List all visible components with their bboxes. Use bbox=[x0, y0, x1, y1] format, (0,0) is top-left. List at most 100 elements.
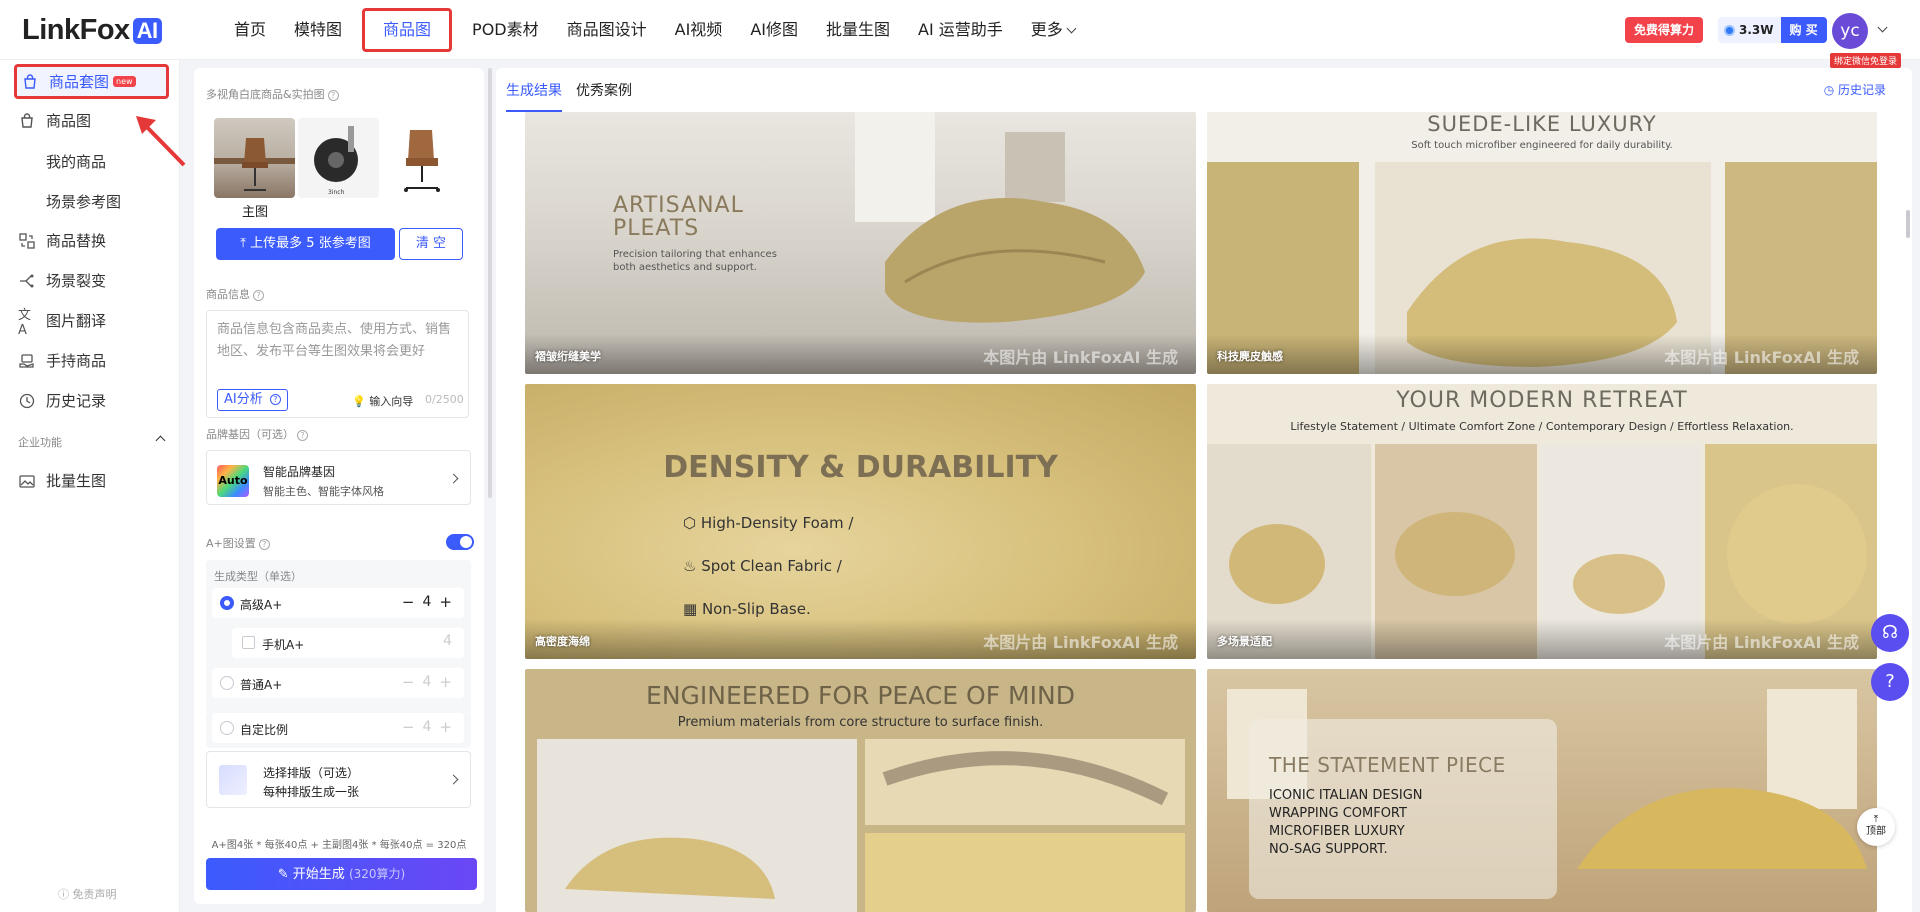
tab-results[interactable]: 生成结果 bbox=[506, 68, 562, 112]
nav-ai-retouch[interactable]: AI修图 bbox=[736, 11, 812, 49]
char-count: 0/2500 bbox=[425, 393, 464, 406]
option-advanced-aplus[interactable]: 高级A+ −4 + bbox=[212, 588, 464, 618]
help-icon[interactable]: ? bbox=[258, 538, 270, 550]
upload-reference-button[interactable]: ⤒ 上传最多 5 张参考图 bbox=[216, 228, 395, 260]
checkbox[interactable] bbox=[242, 636, 255, 649]
sidebar-item-my-products[interactable]: 我的商品 bbox=[46, 151, 106, 172]
sidebar-item-product-image[interactable]: 商品图 bbox=[18, 110, 91, 131]
layout-subtitle: 每种排版生成一张 bbox=[263, 785, 360, 799]
bind-wechat-tag[interactable]: 绑定微信免登录 bbox=[1830, 53, 1902, 68]
sidebar-item-product-replace[interactable]: 商品替换 bbox=[18, 230, 106, 251]
sidebar-item-image-translate[interactable]: 文A 图片翻译 bbox=[18, 308, 107, 338]
history-label: 历史记录 bbox=[1837, 83, 1886, 97]
result-card[interactable]: SUEDE-LIKE LUXURY Soft touch microfiber … bbox=[1207, 112, 1877, 374]
history-link[interactable]: ◷ 历史记录 bbox=[1824, 81, 1886, 98]
product-info-textarea[interactable]: 商品信息包含商品卖点、使用方式、销售地区、发布平台等生图效果将会更好 AI分析 … bbox=[206, 310, 469, 418]
avatar[interactable]: yc bbox=[1832, 13, 1868, 49]
start-generate-button[interactable]: ✎ 开始生成 (320算力) bbox=[206, 858, 477, 890]
tab-examples[interactable]: 优秀案例 bbox=[576, 68, 632, 112]
headset-support-button[interactable]: ☊ bbox=[1871, 614, 1909, 652]
sidebar-item-batch[interactable]: 批量生图 bbox=[18, 470, 106, 491]
ref-images-label-text: 多视角白底商品&实拍图 bbox=[206, 88, 325, 101]
nav-product-design[interactable]: 商品图设计 bbox=[553, 11, 661, 49]
plus-icon[interactable]: + bbox=[439, 593, 452, 611]
help-icon[interactable]: ? bbox=[327, 89, 339, 101]
card-heading-line2: PLEATS bbox=[613, 216, 700, 241]
nav-ai-video[interactable]: AI视频 bbox=[661, 11, 737, 49]
sidebar-item-label: 批量生图 bbox=[46, 472, 107, 490]
result-card[interactable]: THE STATEMENT PIECE ICONIC ITALIAN DESIG… bbox=[1207, 669, 1877, 912]
ref-thumb-dimensions[interactable] bbox=[382, 118, 463, 198]
result-card[interactable]: ENGINEERED FOR PEACE OF MIND Premium mat… bbox=[525, 669, 1196, 912]
help-icon[interactable]: ? bbox=[297, 429, 308, 441]
buy-button[interactable]: 购 买 bbox=[1780, 17, 1827, 43]
nav-pod[interactable]: POD素材 bbox=[458, 11, 553, 49]
chevron-up-icon[interactable] bbox=[155, 435, 166, 446]
plus-icon[interactable]: + bbox=[439, 718, 452, 736]
sidebar-item-product-set[interactable]: 商品套图 new bbox=[14, 64, 169, 99]
card-heading: DENSITY & DURABILITY bbox=[663, 450, 1058, 485]
card-subtext: Soft touch microfiber engineered for dai… bbox=[1411, 140, 1673, 151]
nav-batch[interactable]: 批量生图 bbox=[812, 11, 904, 49]
chevron-down-icon[interactable] bbox=[1877, 22, 1888, 33]
brand-gene-selector[interactable]: Auto 智能品牌基因 智能主色、智能字体风格 bbox=[206, 450, 471, 505]
sidebar-item-hand-held[interactable]: 手持商品 bbox=[18, 350, 106, 371]
ai-analyze-label: AI分析 bbox=[224, 392, 263, 407]
card-bullets: ⬡ High-Density Foam / ♨ Spot Clean Fabri… bbox=[683, 502, 853, 631]
sidebar-item-label: 图片翻译 bbox=[46, 312, 107, 330]
help-button[interactable]: ? bbox=[1871, 663, 1909, 701]
radio-unselected[interactable] bbox=[220, 721, 234, 735]
sidebar-item-scene-reference[interactable]: 场景参考图 bbox=[46, 191, 121, 212]
ai-analyze-button[interactable]: AI分析 ? bbox=[217, 389, 288, 411]
card-subtext: Premium materials from core structure to… bbox=[677, 715, 1044, 730]
nav-home[interactable]: 首页 bbox=[220, 11, 280, 49]
ref-thumb-main[interactable] bbox=[214, 118, 295, 198]
sidebar-item-scene-fission[interactable]: 场景裂变 bbox=[18, 270, 106, 291]
clear-button[interactable]: 清 空 bbox=[399, 228, 463, 260]
help-icon[interactable]: ? bbox=[253, 289, 264, 301]
logo[interactable]: LinkFox AI bbox=[22, 14, 162, 47]
enterprise-section-header[interactable]: 企业功能 bbox=[18, 434, 166, 450]
minus-icon[interactable]: − bbox=[402, 673, 415, 691]
product-info-label-text: 商品信息 bbox=[206, 288, 250, 301]
layout-selector[interactable]: 选择排版（可选） 每种排版生成一张 bbox=[206, 751, 471, 808]
card-watermark: 本图片由 LinkFoxAI 生成 bbox=[983, 348, 1178, 367]
generation-type-group-cont: 自定比例 −4 + bbox=[206, 713, 471, 748]
ref-thumb-caster[interactable]: 3inch bbox=[298, 118, 379, 198]
card-caption: 褶皱绗缝美学 bbox=[535, 350, 601, 363]
brand-gene-title: 智能品牌基因 bbox=[263, 465, 336, 479]
aplus-toggle[interactable] bbox=[446, 534, 474, 550]
radio-unselected[interactable] bbox=[220, 676, 234, 690]
card-subtext: Precision tailoring that enhances both a… bbox=[613, 249, 777, 273]
nav-model[interactable]: 模特图 bbox=[280, 11, 356, 49]
minus-icon[interactable]: − bbox=[402, 593, 415, 611]
back-to-top-button[interactable]: ⤒ 顶部 bbox=[1857, 808, 1895, 846]
nav-more[interactable]: 更多 bbox=[1017, 11, 1089, 49]
nav-ai-assistant[interactable]: AI 运营助手 bbox=[904, 11, 1017, 49]
result-card[interactable]: ARTISANAL PLEATS Precision tailoring that… bbox=[525, 112, 1196, 374]
disclaimer-link[interactable]: ⓘ 免责声明 bbox=[58, 886, 117, 902]
nav-product[interactable]: 商品图 bbox=[362, 8, 453, 52]
card-heading-line1: ARTISANAL bbox=[613, 193, 744, 218]
option-custom-ratio[interactable]: 自定比例 −4 + bbox=[212, 713, 464, 743]
results-area: 生成结果 优秀案例 ◷ 历史记录 ARTISANAL PLEATS Precisi… bbox=[496, 68, 1912, 912]
panel-scrollbar[interactable] bbox=[488, 68, 492, 498]
minus-icon[interactable]: − bbox=[402, 718, 415, 736]
card-caption: 高密度海绵 bbox=[535, 635, 590, 648]
free-credit-button[interactable]: 免费得算力 bbox=[1625, 17, 1704, 43]
input-guide-button[interactable]: 💡 输入向导 bbox=[352, 393, 413, 409]
radio-selected[interactable] bbox=[220, 596, 234, 610]
option-label: 普通A+ bbox=[240, 678, 283, 692]
back-to-top-label: 顶部 bbox=[1866, 826, 1886, 837]
option-normal-aplus[interactable]: 普通A+ −4 + bbox=[212, 668, 464, 698]
sidebar-item-history[interactable]: 历史记录 bbox=[18, 390, 106, 411]
card-heading: YOUR MODERN RETREAT bbox=[1396, 388, 1688, 413]
plus-icon[interactable]: + bbox=[439, 673, 452, 691]
result-card[interactable]: YOUR MODERN RETREAT Lifestyle Statement … bbox=[1207, 384, 1877, 659]
aplus-settings-label-text: A+图设置 bbox=[206, 537, 256, 550]
layout-icon bbox=[219, 765, 247, 795]
result-card[interactable]: DENSITY & DURABILITY ⬡ High-Density Foam… bbox=[525, 384, 1196, 659]
results-scrollbar[interactable] bbox=[1906, 210, 1910, 238]
option-mobile-aplus[interactable]: 手机A+ 4 bbox=[232, 628, 464, 658]
chevron-down-icon bbox=[1066, 23, 1077, 34]
